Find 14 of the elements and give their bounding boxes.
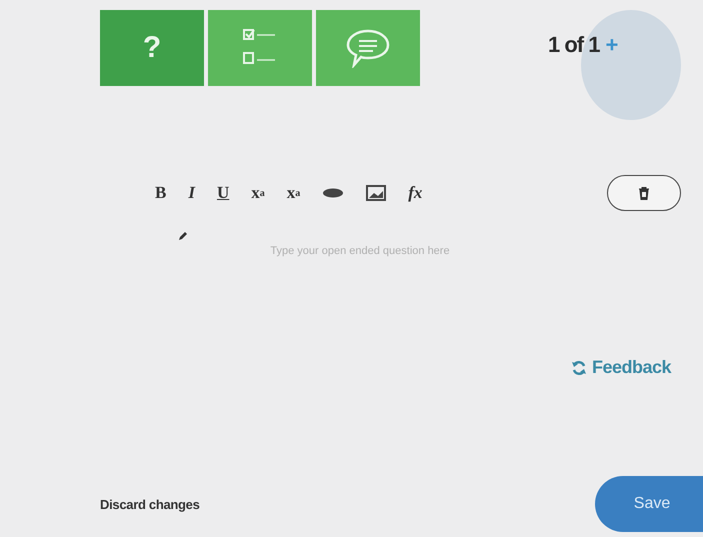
chat-icon	[346, 28, 390, 68]
image-button[interactable]	[366, 185, 386, 201]
delete-button[interactable]	[607, 175, 681, 211]
question-counter: 1 of 1	[548, 32, 600, 58]
discard-button[interactable]: Discard changes	[100, 496, 200, 512]
image-icon	[366, 185, 386, 201]
format-button[interactable]: B	[155, 183, 166, 203]
trash-icon	[638, 186, 650, 200]
pencil-icon	[178, 231, 188, 241]
refresh-icon	[570, 360, 587, 376]
format-button[interactable]: I	[188, 183, 195, 203]
formula-button[interactable]: fx	[408, 183, 422, 203]
question-field[interactable]: Type your open ended question here	[100, 245, 600, 257]
format-button[interactable]: U	[216, 183, 230, 203]
